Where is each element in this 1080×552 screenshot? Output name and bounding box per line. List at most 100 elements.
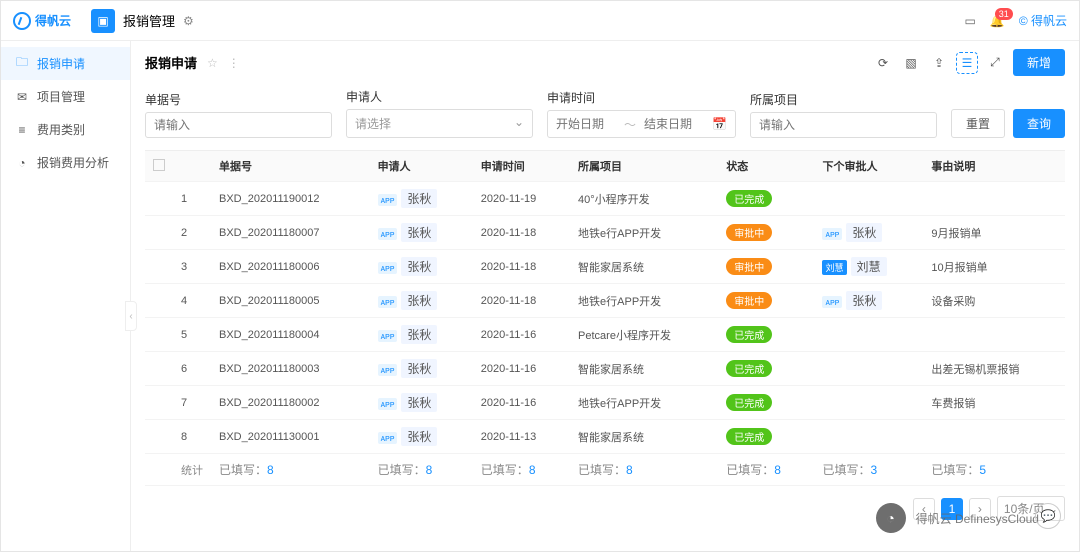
cell-doc-no: BXD_202011130001	[211, 420, 370, 454]
sidebar-item-analysis[interactable]: ◔报销费用分析	[1, 146, 130, 179]
cell-date: 2020-11-16	[473, 352, 570, 386]
settings-icon[interactable]: ⚙	[183, 14, 194, 28]
filter-label: 所属项目	[750, 91, 937, 108]
cell-date: 2020-11-13	[473, 420, 570, 454]
table-row[interactable]: 2 BXD_202011180007 ᴀᴘᴘ张秋 2020-11-18 地铁e行…	[145, 216, 1065, 250]
row-index: 3	[173, 250, 211, 284]
applicant-select[interactable]: 请选择⌄	[346, 109, 533, 138]
cell-project: 地铁e行APP开发	[570, 216, 718, 250]
sidebar-item-label: 报销费用分析	[37, 154, 109, 171]
status-tag: 审批中	[726, 292, 772, 309]
export-icon[interactable]: ⇪	[929, 53, 949, 73]
reset-button[interactable]: 重置	[951, 109, 1005, 138]
cell-doc-no: BXD_202011180004	[211, 318, 370, 352]
cell-applicant: 张秋	[401, 291, 437, 310]
cell-desc: 10月报销单	[923, 250, 1065, 284]
table-row[interactable]: 5 BXD_202011180004 ᴀᴘᴘ张秋 2020-11-16 Petc…	[145, 318, 1065, 352]
sidebar-item-label: 报销申请	[37, 55, 85, 72]
filter-bar: 单据号 申请人请选择⌄ 申请时间～📅 所属项目 重置 查询	[131, 84, 1079, 150]
row-index: 4	[173, 284, 211, 318]
query-button[interactable]: 查询	[1013, 109, 1065, 138]
select-all-checkbox[interactable]	[153, 159, 165, 171]
brand-logo[interactable]: 得帆云	[13, 12, 71, 30]
cell-doc-no: BXD_202011180003	[211, 352, 370, 386]
expand-icon[interactable]: ⤢	[985, 53, 1005, 73]
sidebar-item-project[interactable]: ✉项目管理	[1, 80, 130, 113]
row-index: 8	[173, 420, 211, 454]
applicant-badge-icon: ᴀᴘᴘ	[378, 398, 398, 410]
prev-page-button[interactable]: ‹	[913, 498, 935, 520]
page-number[interactable]: 1	[941, 498, 963, 520]
date-end[interactable]	[644, 117, 704, 131]
more-icon[interactable]: ⋮	[228, 56, 240, 70]
status-tag: 审批中	[726, 224, 772, 241]
cell-desc	[923, 182, 1065, 216]
bell-icon[interactable]: 🔔31	[990, 14, 1005, 28]
cell-doc-no: BXD_202011180002	[211, 386, 370, 420]
row-index: 5	[173, 318, 211, 352]
filter-label: 单据号	[145, 91, 332, 108]
cell-doc-no: BXD_202011180006	[211, 250, 370, 284]
page-title: 报销申请	[145, 53, 197, 72]
table-row[interactable]: 8 BXD_202011130001 ᴀᴘᴘ张秋 2020-11-13 智能家居…	[145, 420, 1065, 454]
next-page-button[interactable]: ›	[969, 498, 991, 520]
add-button[interactable]: 新增	[1013, 49, 1065, 76]
row-index: 6	[173, 352, 211, 386]
table-row[interactable]: 7 BXD_202011180002 ᴀᴘᴘ张秋 2020-11-16 地铁e行…	[145, 386, 1065, 420]
stats-label: 统计	[173, 454, 211, 486]
cell-desc: 9月报销单	[923, 216, 1065, 250]
status-tag: 已完成	[726, 394, 772, 411]
applicant-badge-icon: ᴀᴘᴘ	[378, 296, 398, 308]
project-input[interactable]	[750, 112, 937, 138]
col-date: 申请时间	[473, 151, 570, 182]
list-icon: ≡	[15, 123, 29, 137]
table-row[interactable]: 4 BXD_202011180005 ᴀᴘᴘ张秋 2020-11-18 地铁e行…	[145, 284, 1065, 318]
next-approver: 张秋	[846, 223, 882, 242]
user-link[interactable]: © 得帆云	[1019, 12, 1067, 29]
toolbar: ⟳ ▧ ⇪ ☰ ⤢ 新增	[873, 49, 1065, 76]
table-row[interactable]: 3 BXD_202011180006 ᴀᴘᴘ张秋 2020-11-18 智能家居…	[145, 250, 1065, 284]
sidebar-item-cost-type[interactable]: ≡ 费用类别	[1, 113, 130, 146]
image-icon[interactable]: ▧	[901, 53, 921, 73]
main-panel: 报销申请 ☆ ⋮ ⟳ ▧ ⇪ ☰ ⤢ 新增 单据号 申请人请选择⌄ 申请时间～📅…	[131, 41, 1079, 551]
chat-bubble-icon[interactable]: 💬	[1035, 503, 1061, 529]
cell-date: 2020-11-18	[473, 250, 570, 284]
monitor-icon[interactable]: ▭	[965, 14, 976, 28]
table-row[interactable]: 6 BXD_202011180003 ᴀᴘᴘ张秋 2020-11-16 智能家居…	[145, 352, 1065, 386]
next-approver: 张秋	[846, 291, 882, 310]
cell-date: 2020-11-16	[473, 386, 570, 420]
status-tag: 审批中	[726, 258, 772, 275]
table-row[interactable]: 1 BXD_202011190012 ᴀᴘᴘ张秋 2020-11-19 40°小…	[145, 182, 1065, 216]
status-tag: 已完成	[726, 428, 772, 445]
approver-badge-icon: ᴀᴘᴘ	[822, 228, 842, 240]
applicant-badge-icon: ᴀᴘᴘ	[378, 432, 398, 444]
date-range-input[interactable]: ～📅	[547, 110, 736, 138]
cell-applicant: 张秋	[401, 325, 437, 344]
cell-date: 2020-11-19	[473, 182, 570, 216]
cell-date: 2020-11-16	[473, 318, 570, 352]
chevron-down-icon: ⌄	[514, 115, 524, 132]
date-start[interactable]	[556, 117, 616, 131]
doc-no-input[interactable]	[145, 112, 332, 138]
view-icon[interactable]: ☰	[957, 53, 977, 73]
cell-applicant: 张秋	[401, 427, 437, 446]
cell-project: 40°小程序开发	[570, 182, 718, 216]
row-index: 1	[173, 182, 211, 216]
cell-date: 2020-11-18	[473, 284, 570, 318]
col-status: 状态	[718, 151, 814, 182]
sidebar-item-expense-apply[interactable]: 🗀报销申请	[1, 47, 130, 80]
cell-desc	[923, 318, 1065, 352]
cell-applicant: 张秋	[401, 359, 437, 378]
cell-desc: 车费报销	[923, 386, 1065, 420]
cell-doc-no: BXD_202011190012	[211, 182, 370, 216]
sidebar-item-label: 费用类别	[37, 121, 85, 138]
cell-applicant: 张秋	[401, 189, 437, 208]
stats-row: 统计 已填写：8 已填写：8 已填写：8 已填写：8 已填写：8 已填写：3 已…	[145, 454, 1065, 486]
cell-applicant: 张秋	[401, 393, 437, 412]
refresh-icon[interactable]: ⟳	[873, 53, 893, 73]
star-icon[interactable]: ☆	[207, 56, 218, 70]
cell-desc: 设备采购	[923, 284, 1065, 318]
brand-text: 得帆云	[35, 12, 71, 29]
collapse-sidebar-icon[interactable]: ‹	[125, 301, 137, 331]
app-icon[interactable]: ▣	[91, 9, 115, 33]
